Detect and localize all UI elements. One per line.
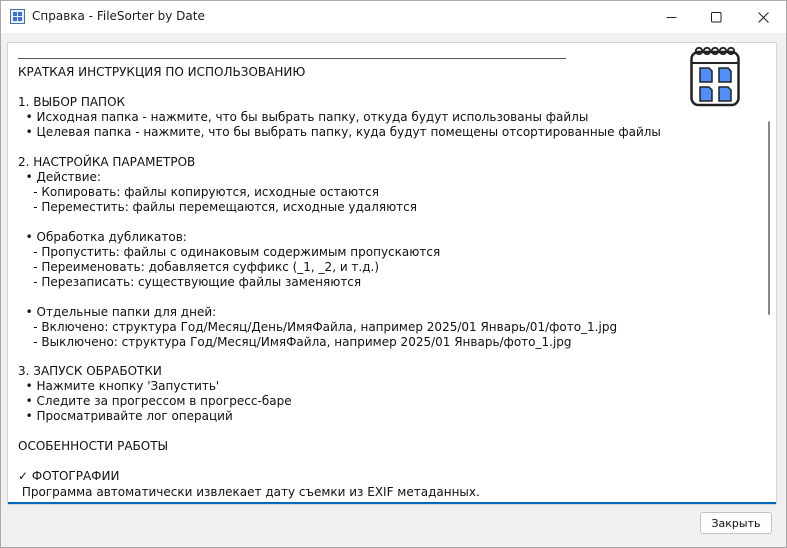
- section-heading: ОСОБЕННОСТИ РАБОТЫ: [18, 439, 169, 453]
- calendar-icon: [690, 46, 740, 107]
- maximize-icon: [710, 11, 721, 22]
- help-line: • Нажмите кнопку 'Запустить': [18, 379, 220, 393]
- title-bar[interactable]: Справка - FileSorter by Date: [1, 1, 786, 33]
- minimize-icon: [666, 16, 676, 18]
- vertical-scrollbar[interactable]: [763, 43, 776, 504]
- section-heading: 3. ЗАПУСК ОБРАБОТКИ: [18, 364, 162, 378]
- focus-accent-line: [8, 502, 776, 504]
- maximize-button[interactable]: [693, 1, 739, 33]
- separator-line: [18, 58, 566, 59]
- help-text-area[interactable]: КРАТКАЯ ИНСТРУКЦИЯ ПО ИСПОЛЬЗОВАНИЮ 1. В…: [7, 42, 777, 505]
- help-line: • Следите за прогрессом в прогресс-баре: [18, 394, 292, 408]
- window-title: Справка - FileSorter by Date: [32, 9, 205, 23]
- section-heading: 1. ВЫБОР ПАПОК: [18, 95, 126, 109]
- minimize-button[interactable]: [648, 1, 694, 33]
- help-window: Справка - FileSorter by Date КРАТКАЯ ИНС…: [0, 0, 787, 548]
- help-line: • Исходная папка - нажмите, что бы выбра…: [18, 110, 589, 124]
- help-line: • Действие:: [18, 170, 101, 184]
- help-line: - Выключено: структура Год/Месяц/ИмяФайл…: [18, 335, 572, 349]
- help-line: - Копировать: файлы копируются, исходные…: [18, 185, 379, 199]
- app-icon: [10, 9, 25, 24]
- section-heading: 2. НАСТРОЙКА ПАРАМЕТРОВ: [18, 155, 196, 169]
- help-line: • Просматривайте лог операций: [18, 409, 233, 423]
- help-line: - Включено: структура Год/Месяц/День/Имя…: [18, 320, 618, 334]
- section-heading: ✓ ФОТОГРАФИИ: [18, 469, 120, 483]
- help-heading: КРАТКАЯ ИНСТРУКЦИЯ ПО ИСПОЛЬЗОВАНИЮ: [18, 65, 306, 79]
- help-line: • Отдельные папки для дней:: [18, 305, 217, 319]
- help-line: - Пропустить: файлы с одинаковым содержи…: [18, 245, 441, 259]
- help-line: • Обработка дубликатов:: [18, 230, 187, 244]
- scrollbar-thumb[interactable]: [768, 121, 770, 315]
- close-button[interactable]: Закрыть: [700, 512, 772, 534]
- help-line: - Перезаписать: существующие файлы замен…: [18, 275, 362, 289]
- help-line: Программа автоматически извлекает дату с…: [18, 485, 480, 499]
- close-icon: [757, 11, 769, 23]
- help-line: - Переименовать: добавляется суффикс (_1…: [18, 260, 380, 274]
- help-line: - Переместить: файлы перемещаются, исход…: [18, 200, 417, 214]
- help-line: • Целевая папка - нажмите, что бы выбрат…: [18, 125, 661, 139]
- close-window-button[interactable]: [740, 1, 786, 33]
